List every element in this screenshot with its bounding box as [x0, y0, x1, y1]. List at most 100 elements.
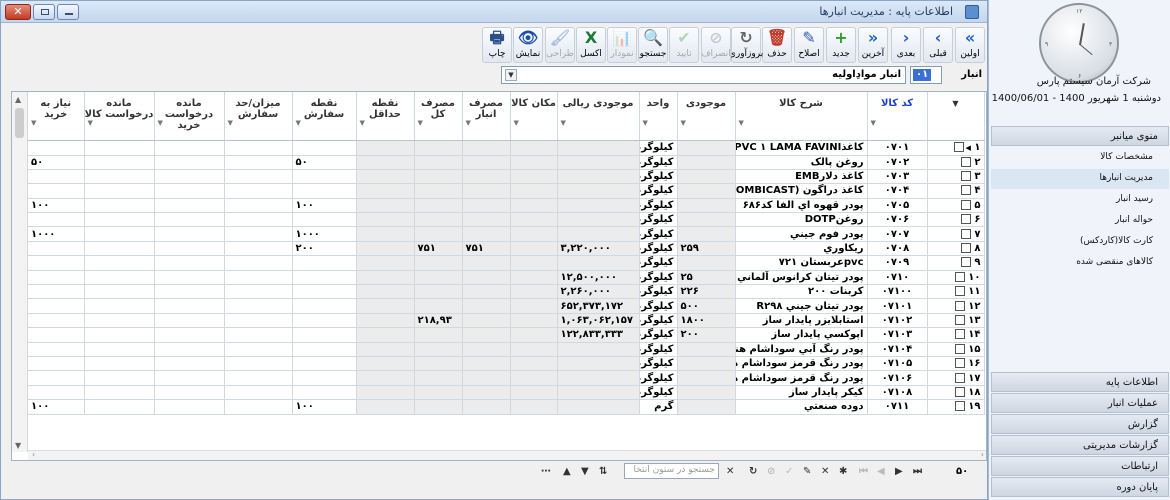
cell-order_lim[interactable]: [224, 370, 293, 386]
cell-need[interactable]: [28, 140, 85, 156]
cell-code[interactable]: ۰۷۱۱: [867, 399, 928, 415]
cell-order_pt[interactable]: [292, 327, 357, 343]
cell-rial[interactable]: [557, 356, 640, 372]
cell-order_lim[interactable]: [224, 385, 293, 401]
cell-desc[interactable]: pvcعربستان ۷۲۱: [735, 255, 868, 271]
cell-min[interactable]: [356, 270, 415, 286]
cell-qty[interactable]: [677, 140, 736, 156]
scroll-down-icon[interactable]: ▼: [15, 441, 21, 450]
cell-use_wh[interactable]: [462, 284, 511, 300]
row-selector[interactable]: ۶: [927, 212, 985, 228]
table-row[interactable]: کیلوگرم کاغذPVC ۱ LAMA FAVINI۰۷۰۱◀ ۱: [28, 140, 985, 156]
row-selector[interactable]: ۳: [927, 169, 985, 185]
cell-use_all[interactable]: [414, 370, 463, 386]
clear-search-icon[interactable]: ✕: [726, 466, 734, 477]
cell-rem_item[interactable]: [84, 284, 155, 300]
row-selector[interactable]: ۱۸: [927, 385, 985, 401]
sort-icon[interactable]: ⇅: [599, 466, 607, 477]
cell-rial[interactable]: ۲,۲۶۰,۰۰۰: [557, 284, 640, 300]
cell-unit[interactable]: کیلوگرم: [639, 270, 678, 286]
row-checkbox[interactable]: [954, 401, 965, 412]
cell-use_all[interactable]: [414, 327, 463, 343]
cell-desc[interactable]: كيكر پايدار ساز: [735, 385, 868, 401]
row-checkbox[interactable]: [960, 228, 971, 239]
row-checkbox[interactable]: [954, 358, 965, 369]
cell-code[interactable]: ۰۷۰۶: [867, 212, 928, 228]
row-selector[interactable]: ۱۶: [927, 356, 985, 372]
row-selector[interactable]: ۱۷: [927, 370, 985, 386]
cell-code[interactable]: ۰۷۰۳: [867, 169, 928, 185]
row-checkbox[interactable]: [960, 243, 971, 254]
cell-use_wh[interactable]: [462, 255, 511, 271]
cell-min[interactable]: [356, 155, 415, 170]
cell-rem_item[interactable]: [84, 140, 155, 156]
cell-use_all[interactable]: [414, 212, 463, 228]
cell-rem_item[interactable]: [84, 155, 155, 170]
cell-use_wh[interactable]: [462, 140, 511, 156]
cell-rem_buy[interactable]: [154, 155, 225, 170]
cell-use_all[interactable]: [414, 342, 463, 357]
row-selector[interactable]: ۱۰: [927, 270, 985, 286]
row-selector[interactable]: ۱۲: [927, 298, 985, 314]
table-row[interactable]: کیلوگرم پودر رنگ آبي سوداشام هند۰۷۱۰۴ ۱۵: [28, 342, 985, 357]
cell-rial[interactable]: [557, 198, 640, 214]
toolbar-button-prev[interactable]: ‹ قبلی: [923, 27, 953, 63]
cell-code[interactable]: ۰۷۱۰: [867, 270, 928, 286]
cell-order_pt[interactable]: ۵۰: [292, 155, 357, 170]
cell-unit[interactable]: کیلوگرم: [639, 226, 678, 242]
cell-rial[interactable]: [557, 226, 640, 242]
cell-use_all[interactable]: [414, 356, 463, 372]
filter-dropdown-icon[interactable]: ▼: [466, 118, 471, 129]
cell-code[interactable]: ۰۷۱۰۵: [867, 356, 928, 372]
cell-order_lim[interactable]: [224, 270, 293, 286]
cell-rem_buy[interactable]: [154, 356, 225, 372]
cell-qty[interactable]: [677, 385, 736, 401]
cell-qty[interactable]: [677, 370, 736, 386]
cell-need[interactable]: [28, 255, 85, 271]
cell-rial[interactable]: [557, 370, 640, 386]
shortcut-menu-item[interactable]: کارت کالا(کاردکس): [991, 232, 1169, 252]
cell-min[interactable]: [356, 198, 415, 214]
cell-unit[interactable]: کیلوگرم: [639, 169, 678, 185]
filter-dropdown-icon[interactable]: ▼: [643, 118, 648, 129]
cell-rial[interactable]: [557, 155, 640, 170]
cell-rem_item[interactable]: [84, 385, 155, 401]
row-checkbox[interactable]: [960, 214, 971, 225]
cell-rial[interactable]: [557, 183, 640, 199]
filter-dropdown-icon[interactable]: ▼: [514, 118, 519, 129]
cell-order_pt[interactable]: ۱۰۰: [292, 198, 357, 214]
cell-use_wh[interactable]: [462, 313, 511, 329]
row-checkbox[interactable]: [954, 343, 965, 354]
cell-unit[interactable]: کیلوگرم: [639, 370, 678, 386]
table-row[interactable]: ۱۰۰۰ ۱۰۰۰ کیلوگرم پودر فوم جيني۰۷۰۷ ۷: [28, 226, 985, 242]
cell-rem_item[interactable]: [84, 183, 155, 199]
cell-code[interactable]: ۰۷۱۰۳: [867, 327, 928, 343]
row-selector[interactable]: ۲: [927, 155, 985, 170]
cell-use_wh[interactable]: [462, 212, 511, 228]
cell-order_lim[interactable]: [224, 327, 293, 343]
row-checkbox[interactable]: [954, 314, 965, 325]
toolbar-button-refresh[interactable]: ↻ بروزآوری: [729, 27, 763, 63]
cell-code[interactable]: ۰۷۰۱: [867, 140, 928, 156]
nav-insert-icon[interactable]: ✱: [839, 466, 847, 477]
main-menu-header[interactable]: اطلاعات پایه: [991, 372, 1169, 392]
cell-qty[interactable]: ۲۲۶: [677, 284, 736, 300]
main-menu-header[interactable]: گزارشات مدیریتی: [991, 435, 1169, 455]
column-header[interactable]: مصرف انبار ▼: [462, 92, 511, 141]
cell-desc[interactable]: كربنات ۲۰۰: [735, 284, 868, 300]
cell-min[interactable]: [356, 169, 415, 185]
cell-rial[interactable]: [557, 212, 640, 228]
cell-rem_buy[interactable]: [154, 241, 225, 257]
cell-rem_item[interactable]: [84, 399, 155, 415]
filter-dropdown-icon[interactable]: ▼: [681, 118, 686, 129]
cell-use_all[interactable]: ۷۵۱: [414, 241, 463, 257]
filter-dropdown-icon[interactable]: ▼: [31, 118, 36, 129]
cell-loc[interactable]: [510, 327, 558, 343]
cell-order_pt[interactable]: ۲۰۰: [292, 241, 357, 257]
toolbar-button-last[interactable]: » آخرین: [858, 27, 888, 63]
column-search-input[interactable]: جستجو در ستون انتخا: [624, 463, 719, 479]
cell-need[interactable]: [28, 356, 85, 372]
cell-rial[interactable]: ۶۵۲,۳۷۳,۱۷۲: [557, 298, 640, 314]
main-menu-header[interactable]: پایان دوره: [991, 477, 1169, 497]
column-header[interactable]: مانده درخواست خرید ▼: [154, 92, 225, 141]
